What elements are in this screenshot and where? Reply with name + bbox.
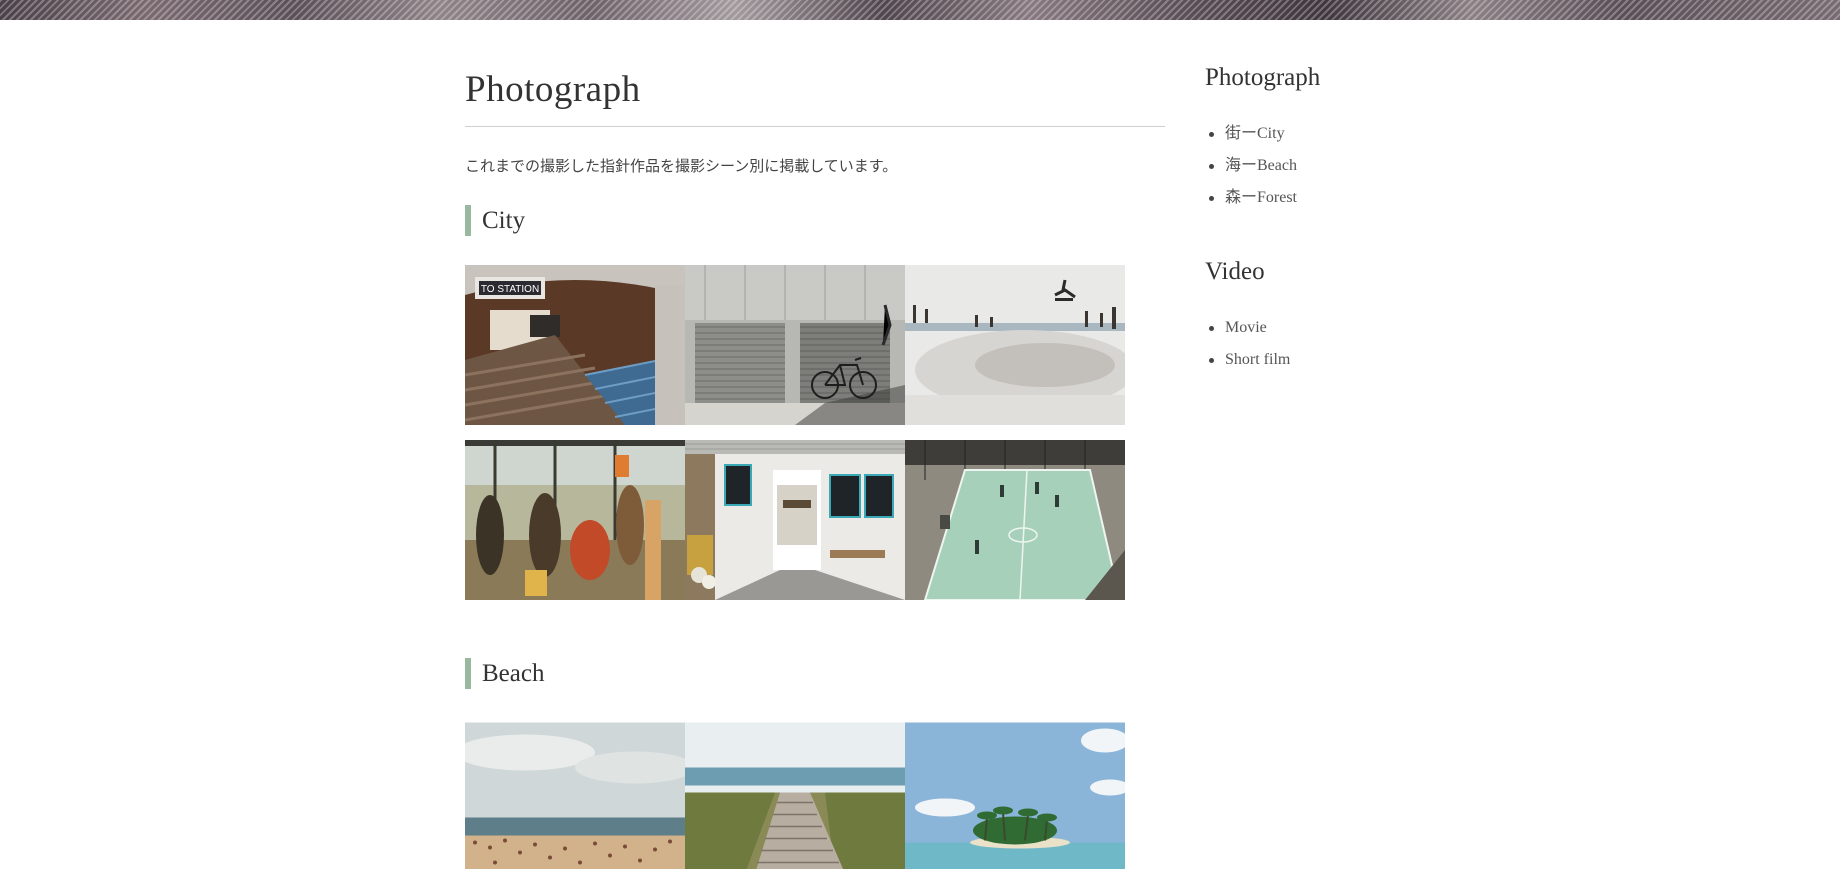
sidebar-item-beach[interactable]: 海ーBeach xyxy=(1205,150,1505,182)
palm-island-image xyxy=(905,722,1125,869)
photo-beach-boardwalk[interactable] xyxy=(685,718,905,869)
photo-city-bicycle[interactable] xyxy=(685,265,905,425)
sidebar-item-movie[interactable]: Movie xyxy=(1205,312,1505,344)
title-divider xyxy=(465,126,1165,127)
bicycle-image xyxy=(685,265,905,425)
crowded-beach-image xyxy=(465,722,685,869)
sidebar-item-city[interactable]: 街ーCity xyxy=(1205,118,1505,150)
sidebar-photograph-list: 街ーCity 海ーBeach 森ーForest xyxy=(1205,118,1505,214)
sidebar-video-list: Movie Short film xyxy=(1205,312,1505,376)
section-title-beach: Beach xyxy=(465,658,544,689)
sidebar-heading-video: Video xyxy=(1205,258,1265,285)
photo-city-airport[interactable] xyxy=(465,440,685,600)
shop-corridor-image xyxy=(685,440,905,600)
header-photo-banner xyxy=(0,0,1840,20)
photo-beach-crowded[interactable] xyxy=(465,718,685,869)
airport-image xyxy=(465,440,685,600)
main-content: Photograph これまでの撮影した指針作品を撮影シーン別に掲載しています。… xyxy=(465,64,1165,869)
sidebar-item-short-film[interactable]: Short film xyxy=(1205,344,1505,376)
photo-city-basketball-court[interactable] xyxy=(905,440,1125,600)
boardwalk-image xyxy=(685,722,905,869)
subway-stairs-image: TO STATION xyxy=(465,265,685,425)
sidebar-heading-photograph: Photograph xyxy=(1205,64,1321,91)
basketball-court-image xyxy=(905,440,1125,600)
skatepark-image xyxy=(905,265,1125,425)
sidebar: Photograph 街ーCity 海ーBeach 森ーForest Video… xyxy=(1205,60,1505,376)
photo-city-skatepark[interactable] xyxy=(905,265,1125,425)
page-title: Photograph xyxy=(465,69,641,110)
to-station-sign: TO STATION xyxy=(481,284,539,295)
photo-beach-palm-island[interactable] xyxy=(905,718,1125,869)
intro-text: これまでの撮影した指針作品を撮影シーン別に掲載しています。 xyxy=(465,157,898,175)
sidebar-item-forest[interactable]: 森ーForest xyxy=(1205,182,1505,214)
photo-city-subway-stairs[interactable]: TO STATION xyxy=(465,265,685,425)
photo-city-shop-corridor[interactable] xyxy=(685,440,905,600)
section-title-city: City xyxy=(465,205,525,236)
